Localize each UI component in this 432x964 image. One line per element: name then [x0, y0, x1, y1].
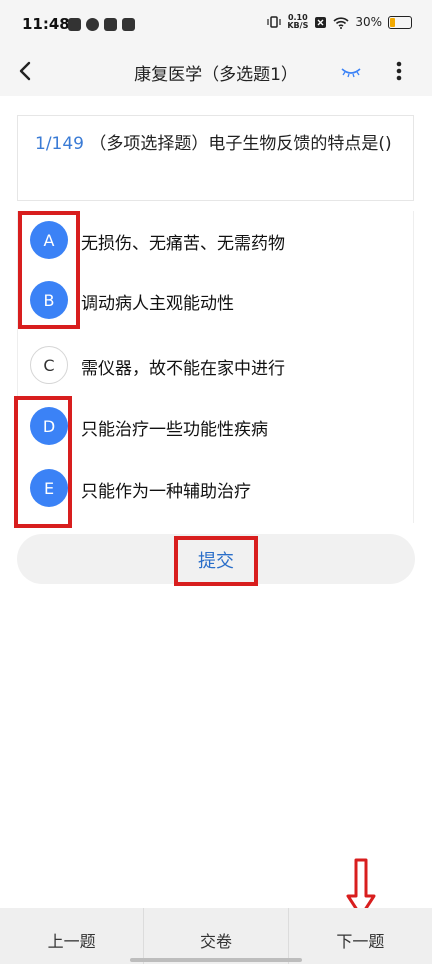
- sim-off-icon: [315, 16, 327, 28]
- notification-icon: [68, 18, 81, 31]
- option-c-badge[interactable]: C: [30, 346, 68, 384]
- network-speed-unit: KB/S: [287, 21, 309, 30]
- submit-paper-button[interactable]: 交卷: [143, 908, 287, 964]
- option-b[interactable]: B 调动病人主观能动性: [18, 273, 415, 329]
- option-d[interactable]: D 只能治疗一些功能性疾病: [18, 399, 415, 455]
- battery-icon: [388, 15, 412, 29]
- question-box: 1/149 （多项选择题）电子生物反馈的特点是(): [17, 115, 414, 201]
- option-d-badge[interactable]: D: [30, 407, 68, 445]
- status-bar: 11:48 0.10 KB/S 30%: [0, 0, 432, 48]
- network-speed: 0.10 KB/S: [287, 14, 308, 30]
- mail-icon: [104, 18, 117, 31]
- battery-level: [390, 17, 395, 27]
- status-indicators: 0.10 KB/S 30%: [267, 14, 412, 30]
- prev-question-button[interactable]: 上一题: [0, 908, 143, 964]
- tiktok-icon: [122, 18, 135, 31]
- more-vertical-icon[interactable]: [388, 58, 410, 84]
- option-b-text: 调动病人主观能动性: [81, 294, 234, 314]
- option-d-text: 只能治疗一些功能性疾病: [81, 420, 268, 440]
- option-e-text: 只能作为一种辅助治疗: [81, 482, 251, 502]
- eye-closed-icon[interactable]: [340, 62, 362, 80]
- next-question-button[interactable]: 下一题: [287, 908, 432, 964]
- battery-percent: 30%: [355, 15, 382, 29]
- question-number: 1/149: [35, 134, 84, 154]
- option-a[interactable]: A 无损伤、无痛苦、无需药物: [18, 213, 415, 269]
- options-list: A 无损伤、无痛苦、无需药物 B 调动病人主观能动性 C 需仪器，故不能在家中进…: [17, 211, 414, 523]
- vibrate-icon: [267, 16, 281, 28]
- option-b-badge[interactable]: B: [30, 281, 68, 319]
- notification-icon: [86, 18, 99, 31]
- option-a-badge[interactable]: A: [30, 221, 68, 259]
- wifi-icon: [333, 16, 349, 29]
- option-e[interactable]: E 只能作为一种辅助治疗: [18, 461, 415, 517]
- option-e-badge[interactable]: E: [30, 469, 68, 507]
- status-time: 11:48: [22, 15, 70, 33]
- question-text: （多项选择题）电子生物反馈的特点是(): [89, 134, 392, 154]
- bottom-nav: 上一题 交卷 下一题: [0, 908, 432, 964]
- page-title: 康复医学（多选题1）: [134, 65, 298, 85]
- submit-label: 提交: [198, 551, 234, 572]
- option-c[interactable]: C 需仪器，故不能在家中进行: [18, 338, 415, 394]
- option-c-text: 需仪器，故不能在家中进行: [81, 359, 285, 379]
- home-indicator[interactable]: [130, 958, 302, 962]
- submit-button[interactable]: 提交: [17, 534, 415, 584]
- option-a-text: 无损伤、无痛苦、无需药物: [81, 234, 285, 254]
- app-header: 康复医学（多选题1）: [0, 48, 432, 96]
